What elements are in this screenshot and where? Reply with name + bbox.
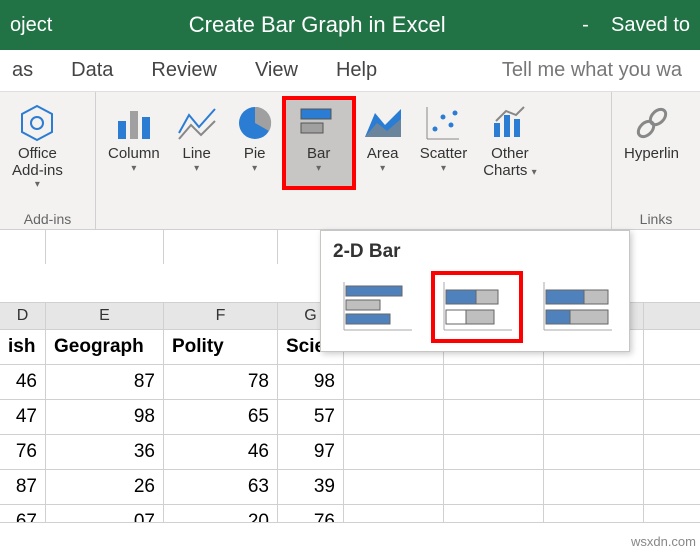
scatter-icon — [422, 102, 464, 144]
hyperlink-button[interactable]: Hyperlin — [616, 98, 687, 209]
ribbon: Office Add-ins ▾ Add-ins Column▾ Line▾ — [0, 92, 700, 230]
bar-chart-button[interactable]: Bar▾ — [284, 98, 354, 188]
watermark: wsxdn.com — [631, 534, 696, 549]
cell[interactable]: Polity — [164, 330, 278, 364]
group-links: Hyperlin Links — [612, 92, 700, 229]
group-caption-charts — [100, 209, 607, 227]
tab-view[interactable]: View — [255, 59, 298, 82]
column-chart-button[interactable]: Column▾ — [100, 98, 168, 188]
tell-me-search[interactable]: Tell me what you wa — [502, 59, 682, 82]
bar-icon — [298, 102, 340, 144]
table-row: 76 36 46 97 — [0, 435, 700, 470]
colhead-e[interactable]: E — [46, 303, 164, 329]
group-caption-addins: Add-ins — [4, 209, 91, 227]
table-row: 47 98 65 57 — [0, 400, 700, 435]
tab-help[interactable]: Help — [336, 59, 377, 82]
tab-review[interactable]: Review — [151, 59, 217, 82]
stacked-bar-100-option[interactable] — [533, 273, 621, 341]
dropdown-section-header: 2-D Bar — [327, 237, 623, 273]
pie-chart-button[interactable]: Pie▾ — [226, 98, 284, 188]
tab-formulas[interactable]: as — [12, 59, 33, 82]
line-icon — [176, 102, 218, 144]
cells: ish Geograph Polity Scien 46 87 78 98 47… — [0, 330, 700, 523]
bar-chart-dropdown: 2-D Bar — [320, 230, 630, 352]
area-chart-button[interactable]: Area▾ — [354, 98, 412, 188]
group-caption-links: Links — [616, 209, 696, 227]
area-icon — [362, 102, 404, 144]
group-addins: Office Add-ins ▾ Add-ins — [0, 92, 96, 229]
colhead-f[interactable]: F — [164, 303, 278, 329]
addins-icon — [16, 102, 58, 144]
colhead-k[interactable] — [644, 303, 700, 329]
other-charts-button[interactable]: OtherCharts ▾ — [475, 98, 544, 188]
ribbon-tabs: as Data Review View Help Tell me what yo… — [0, 50, 700, 92]
titlebar: oject Create Bar Graph in Excel - Saved … — [0, 0, 700, 50]
hyperlink-icon — [631, 102, 673, 144]
table-row: 87 26 63 39 — [0, 470, 700, 505]
line-chart-button[interactable]: Line▾ — [168, 98, 226, 188]
colhead-d[interactable]: D — [0, 303, 46, 329]
tab-data[interactable]: Data — [71, 59, 113, 82]
office-addins-button[interactable]: Office Add-ins ▾ — [4, 98, 71, 209]
table-row: 46 87 78 98 — [0, 365, 700, 400]
other-charts-icon — [489, 102, 531, 144]
group-charts: Column▾ Line▾ Pie▾ Bar▾ — [96, 92, 612, 229]
document-title: Create Bar Graph in Excel — [52, 12, 582, 38]
scatter-chart-button[interactable]: Scatter▾ — [412, 98, 476, 188]
clustered-bar-option[interactable] — [333, 273, 421, 341]
dropdown-icon: ▾ — [35, 179, 40, 190]
office-addins-label: Office Add-ins ▾ — [12, 146, 63, 190]
cell[interactable]: Geograph — [46, 330, 164, 364]
pie-icon — [234, 102, 276, 144]
table-row: 67 07 20 76 — [0, 505, 700, 523]
stacked-bar-option[interactable] — [433, 273, 521, 341]
column-icon — [113, 102, 155, 144]
cell[interactable]: ish — [0, 330, 46, 364]
project-name-fragment: oject — [10, 14, 52, 37]
save-status: - Saved to — [582, 14, 690, 37]
